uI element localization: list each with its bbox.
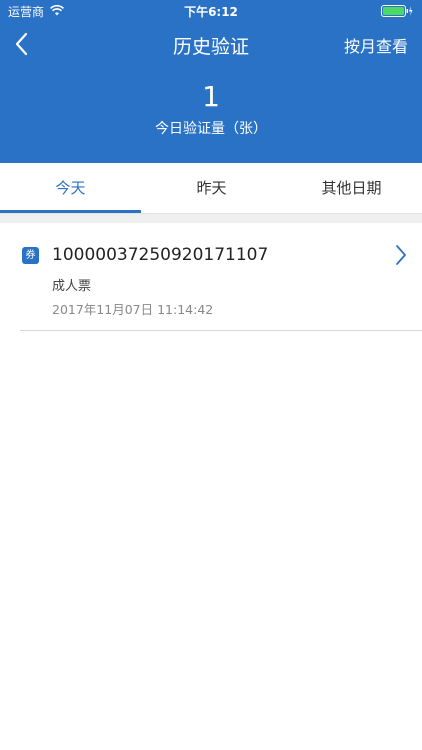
ticket-time: 2017年11月07日 11:14:42 — [52, 302, 214, 317]
status-bar: 运营商 下午6:12 — [0, 0, 422, 22]
date-tabs: 今天 昨天 其他日期 — [0, 163, 422, 214]
tab-yesterday[interactable]: 昨天 — [141, 163, 282, 214]
list-divider — [20, 330, 422, 331]
active-tab-indicator — [0, 210, 141, 213]
tab-other-dates[interactable]: 其他日期 — [281, 163, 422, 214]
tab-today[interactable]: 今天 — [0, 163, 141, 214]
ticket-type: 成人票 — [52, 279, 92, 294]
view-by-month-button[interactable]: 按月查看 — [344, 33, 408, 57]
section-separator — [0, 214, 422, 223]
navigation-bar: 历史验证 按月查看 — [0, 22, 422, 66]
chevron-right-icon[interactable] — [394, 244, 408, 266]
verification-count-label: 今日验证量（张） — [155, 121, 267, 137]
header-banner: 运营商 下午6:12 历史验证 按月查看 1 今日验证量（张） — [0, 0, 422, 163]
ticket-number: 10000037250920171107 — [52, 245, 269, 265]
battery-icon — [381, 5, 413, 17]
coupon-badge: 券 — [22, 247, 39, 264]
verification-count: 1 — [202, 80, 220, 113]
status-time: 下午6:12 — [184, 5, 238, 19]
